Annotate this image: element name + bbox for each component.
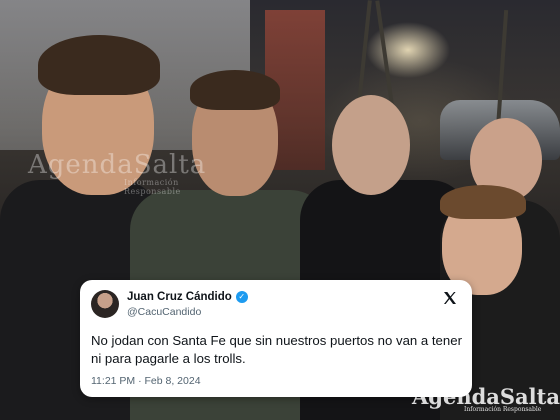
display-name[interactable]: Juan Cruz Cándido bbox=[127, 291, 232, 303]
user-handle[interactable]: @CacuCandido bbox=[127, 306, 201, 318]
watermark-top: AgendaSalta Información Responsable bbox=[28, 150, 207, 196]
watermark-brand: AgendaSalta bbox=[28, 150, 207, 180]
author-row: Juan Cruz Cándido ✓ bbox=[127, 291, 248, 303]
x-logo-icon[interactable] bbox=[442, 290, 458, 306]
watermark-tagline: Información Responsable bbox=[124, 178, 181, 196]
person-2-hair bbox=[190, 70, 280, 110]
tweet-card[interactable]: Juan Cruz Cándido ✓ @CacuCandido No joda… bbox=[80, 280, 472, 397]
watermark-bottom: AgendaSalta Información Responsable bbox=[412, 384, 560, 413]
avatar[interactable] bbox=[91, 290, 119, 318]
tweet-text: No jodan con Santa Fe que sin nuestros p… bbox=[91, 333, 462, 366]
verified-badge-icon: ✓ bbox=[235, 291, 248, 303]
tweet-timestamp[interactable]: 11:21 PM · Feb 8, 2024 bbox=[91, 375, 201, 387]
watermark-tagline: Información Responsable bbox=[464, 406, 542, 413]
person-3-face bbox=[332, 95, 410, 195]
person-5-hair bbox=[440, 185, 526, 219]
person-1-hair bbox=[38, 35, 160, 95]
